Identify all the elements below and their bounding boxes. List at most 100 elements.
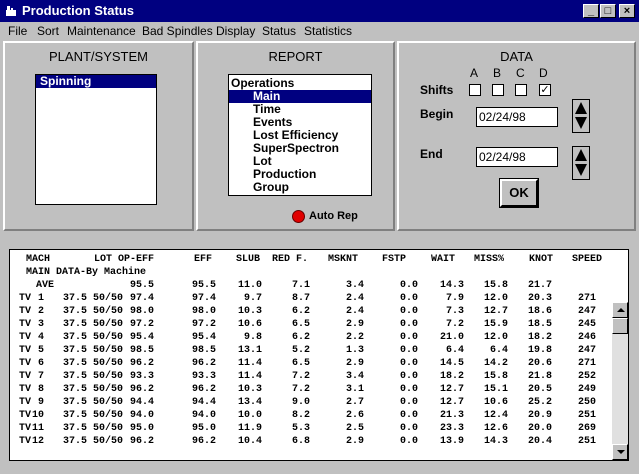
cell-slub: 11.4	[237, 371, 262, 382]
report-item-group[interactable]: Group	[229, 181, 371, 194]
report-item-superspectron[interactable]: SuperSpectron	[229, 142, 371, 155]
cell-knot: 18.2	[527, 332, 552, 343]
shift-c-checkbox[interactable]	[515, 84, 527, 96]
shift-b-checkbox[interactable]	[492, 84, 504, 96]
cell-eff: 93.3	[191, 371, 216, 382]
cell-miss: 14.3	[483, 436, 508, 447]
cell-wait: 14.5	[439, 358, 464, 369]
cell-lot: 37.5 50/50	[63, 293, 124, 304]
table-row[interactable]: TV 7 37.5 50/50 93.3 93.3 11.4 7.2 3.4 0.0 18.2 15…	[10, 370, 614, 383]
table-row[interactable]: TV 12 37.5 50/50 96.2 96.2 10.4 6.8 2.9 0.0 13.9 1…	[10, 435, 614, 448]
end-up-arrow-icon[interactable]	[575, 149, 587, 161]
minimize-button[interactable]: _	[583, 4, 599, 18]
cell-op-eff: 95.0	[129, 423, 154, 434]
grid-vertical-scrollbar[interactable]	[612, 302, 628, 460]
menu-display[interactable]: Display	[216, 24, 255, 38]
maximize-button[interactable]: □	[600, 4, 616, 18]
close-button[interactable]: ×	[619, 4, 635, 18]
cell-red-f: 8.7	[291, 293, 310, 304]
cell-mach-name: TV	[19, 332, 32, 343]
menu-bad-spindles[interactable]: Bad Spindles	[142, 24, 213, 38]
report-item-main[interactable]: Main	[229, 90, 371, 103]
col-mach: MACH	[26, 254, 51, 265]
table-row[interactable]: TV 9 37.5 50/50 94.4 94.4 13.4 9.0 2.7 0.0 12.7 10…	[10, 396, 614, 409]
menu-sort[interactable]: Sort	[37, 24, 59, 38]
cell-lot: 37.5 50/50	[63, 423, 124, 434]
begin-up-arrow-icon[interactable]	[575, 102, 587, 114]
cell-eff: 96.2	[191, 384, 216, 395]
cell-eff: 95.0	[191, 423, 216, 434]
table-row[interactable]: TV 10 37.5 50/50 94.0 94.0 10.0 8.2 2.6 0.0 21.3 1…	[10, 409, 614, 422]
report-item-operations[interactable]: Operations	[229, 77, 371, 90]
shift-a-checkbox[interactable]	[469, 84, 481, 96]
col-miss: MISS%	[474, 254, 505, 265]
scroll-down-button[interactable]	[612, 444, 628, 460]
begin-date-spinner[interactable]	[572, 99, 590, 133]
cell-op-eff: 94.0	[129, 410, 154, 421]
menu-statistics[interactable]: Statistics	[304, 24, 352, 38]
table-row[interactable]: TV 11 37.5 50/50 95.0 95.0 11.9 5.3 2.5 0.0 23.3 1…	[10, 422, 614, 435]
cell-op-eff: 94.4	[129, 397, 154, 408]
cell-knot: 20.9	[527, 410, 552, 421]
data-panel-title: DATA	[500, 49, 533, 64]
cell-fstp: 0.0	[399, 306, 418, 317]
scroll-track[interactable]	[612, 318, 628, 444]
menu-status[interactable]: Status	[262, 24, 296, 38]
shift-b-label: B	[493, 66, 502, 80]
shift-d-checkbox[interactable]: ✓	[539, 84, 551, 96]
cell-eff: 98.0	[191, 306, 216, 317]
cell-wait: 23.3	[439, 423, 464, 434]
window-title: Production Status	[22, 3, 134, 18]
end-date-field[interactable]: 02/24/98	[476, 147, 558, 167]
cell-miss: 10.6	[483, 397, 508, 408]
shifts-label: Shifts	[420, 83, 454, 97]
menu-maintenance[interactable]: Maintenance	[67, 24, 136, 38]
cell-fstp: 0.0	[399, 423, 418, 434]
report-panel-title: REPORT	[268, 49, 323, 64]
cell-knot: 21.8	[527, 371, 552, 382]
grid-average-row: AVE 95.5 95.5 11.0 7.1 3.4 0.0 14.3 15.8…	[10, 279, 614, 292]
cell-slub: 11.4	[237, 358, 262, 369]
cell-op-eff: 98.5	[129, 345, 154, 356]
cell-lot: 37.5 50/50	[63, 358, 124, 369]
cell-mach-name: TV	[19, 423, 32, 434]
cell-mach-number: 11	[31, 423, 44, 434]
ave-op-eff: 95.5	[129, 280, 154, 291]
table-row[interactable]: TV 4 37.5 50/50 95.4 95.4 9.8 6.2 2.2 0.0 21.0 12.…	[10, 331, 614, 344]
table-row[interactable]: TV 6 37.5 50/50 96.2 96.2 11.4 6.5 2.9 0.0 14.5 14…	[10, 357, 614, 370]
end-date-spinner[interactable]	[572, 146, 590, 180]
cell-eff: 94.4	[191, 397, 216, 408]
title-bar[interactable]: Production Status _ □ ×	[0, 0, 639, 22]
menu-file[interactable]: File	[8, 24, 27, 38]
table-row[interactable]: TV 3 37.5 50/50 97.2 97.2 10.6 6.5 2.9 0.0 7.2 15.…	[10, 318, 614, 331]
begin-date-field[interactable]: 02/24/98	[476, 107, 558, 127]
ave-knot: 21.7	[527, 280, 552, 291]
cell-slub: 11.9	[237, 423, 262, 434]
cell-msknt: 3.4	[345, 371, 364, 382]
ok-button[interactable]: OK	[499, 178, 539, 208]
report-item-production[interactable]: Production	[229, 168, 371, 181]
plant-item-spinning[interactable]: Spinning	[36, 75, 156, 88]
cell-mach-number: 10	[31, 410, 44, 421]
cell-wait: 6.4	[445, 345, 464, 356]
cell-red-f: 6.2	[291, 332, 310, 343]
cell-op-eff: 96.2	[129, 358, 154, 369]
app-icon	[6, 6, 16, 16]
ave-fstp: 0.0	[399, 280, 418, 291]
cell-mach-name: TV	[19, 306, 32, 317]
cell-fstp: 0.0	[399, 345, 418, 356]
end-down-arrow-icon[interactable]	[575, 164, 587, 176]
report-item-time[interactable]: Time	[229, 103, 371, 116]
scroll-up-button[interactable]	[612, 302, 628, 318]
table-row[interactable]: TV 2 37.5 50/50 98.0 98.0 10.3 6.2 2.4 0.0 7.3 12.…	[10, 305, 614, 318]
table-row[interactable]: TV 1 37.5 50/50 97.4 97.4 9.7 8.7 2.4 0.0 7.9 12.0…	[10, 292, 614, 305]
table-row[interactable]: TV 5 37.5 50/50 98.5 98.5 13.1 5.2 1.3 0.0 6.4 6.4…	[10, 344, 614, 357]
cell-red-f: 9.0	[291, 397, 310, 408]
scroll-thumb[interactable]	[612, 318, 628, 334]
cell-msknt: 2.9	[345, 358, 364, 369]
table-row[interactable]: TV 8 37.5 50/50 96.2 96.2 10.3 7.2 3.1 0.0 12.7 15…	[10, 383, 614, 396]
plant-listbox[interactable]: Spinning	[35, 74, 157, 205]
machine-data-grid[interactable]: MACH LOT OP-EFF EFF SLUB RED F. MSKNT FS…	[9, 249, 629, 461]
begin-down-arrow-icon[interactable]	[575, 117, 587, 129]
report-listbox[interactable]: Operations Main Time Events Lost Efficie…	[228, 74, 372, 196]
